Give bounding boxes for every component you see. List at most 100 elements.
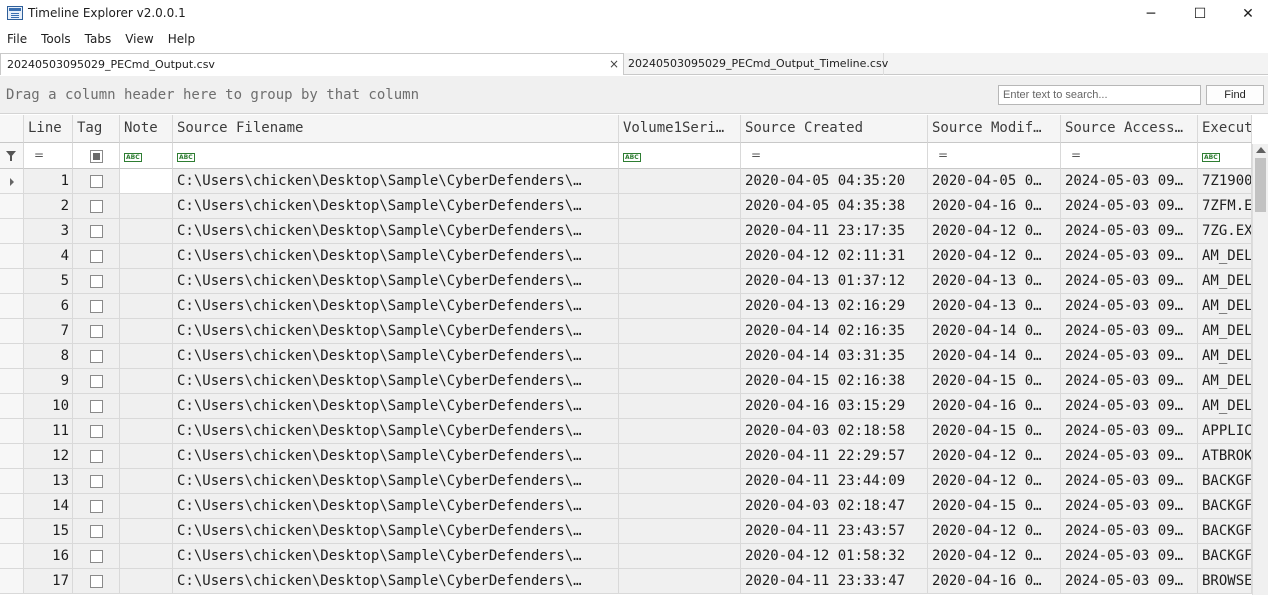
table-row[interactable]: 8 C:\Users\chicken\Desktop\Sample\CyberDe… bbox=[0, 344, 1252, 369]
cell-source-modified[interactable]: 2020-04-05 0… bbox=[928, 169, 1061, 194]
cell-source-modified[interactable]: 2020-04-15 0… bbox=[928, 494, 1061, 519]
tag-checkbox[interactable] bbox=[90, 350, 103, 363]
cell-line[interactable]: 15 bbox=[24, 519, 73, 544]
table-row[interactable]: 11 C:\Users\chicken\Desktop\Sample\CyberD… bbox=[0, 419, 1252, 444]
cell-source-accessed[interactable]: 2024-05-03 09… bbox=[1061, 369, 1198, 394]
cell-source-filename[interactable]: C:\Users\chicken\Desktop\Sample\CyberDef… bbox=[173, 369, 619, 394]
cell-volume1-serial[interactable] bbox=[619, 194, 741, 219]
row-indicator[interactable] bbox=[0, 194, 24, 219]
tag-checkbox[interactable] bbox=[90, 175, 103, 188]
filter-tag[interactable] bbox=[73, 143, 120, 169]
cell-executable[interactable]: BACKGF bbox=[1198, 494, 1252, 519]
cell-tag[interactable] bbox=[73, 344, 120, 369]
cell-note[interactable] bbox=[120, 319, 173, 344]
cell-executable[interactable]: AM_DEL bbox=[1198, 269, 1252, 294]
cell-tag[interactable] bbox=[73, 494, 120, 519]
cell-executable[interactable]: BACKGF bbox=[1198, 519, 1252, 544]
cell-executable[interactable]: APPLIC bbox=[1198, 419, 1252, 444]
cell-source-filename[interactable]: C:\Users\chicken\Desktop\Sample\CyberDef… bbox=[173, 194, 619, 219]
column-header-source-modified[interactable]: Source Modif… bbox=[928, 115, 1061, 143]
table-row[interactable]: 10 C:\Users\chicken\Desktop\Sample\CyberD… bbox=[0, 394, 1252, 419]
cell-source-filename[interactable]: C:\Users\chicken\Desktop\Sample\CyberDef… bbox=[173, 394, 619, 419]
cell-source-created[interactable]: 2020-04-05 04:35:20 bbox=[741, 169, 928, 194]
group-panel[interactable]: Drag a column header here to group by th… bbox=[0, 76, 1268, 114]
tag-checkbox[interactable] bbox=[90, 450, 103, 463]
cell-source-created[interactable]: 2020-04-03 02:18:58 bbox=[741, 419, 928, 444]
table-row[interactable]: 5 C:\Users\chicken\Desktop\Sample\CyberDe… bbox=[0, 269, 1252, 294]
tag-checkbox[interactable] bbox=[90, 325, 103, 338]
cell-source-modified[interactable]: 2020-04-12 0… bbox=[928, 219, 1061, 244]
row-indicator[interactable] bbox=[0, 494, 24, 519]
cell-line[interactable]: 9 bbox=[24, 369, 73, 394]
cell-source-accessed[interactable]: 2024-05-03 09… bbox=[1061, 244, 1198, 269]
cell-line[interactable]: 13 bbox=[24, 469, 73, 494]
tag-checkbox[interactable] bbox=[90, 400, 103, 413]
cell-volume1-serial[interactable] bbox=[619, 544, 741, 569]
vertical-scrollbar[interactable] bbox=[1252, 144, 1268, 595]
close-button[interactable]: ✕ bbox=[1225, 0, 1268, 27]
cell-source-created[interactable]: 2020-04-15 02:16:38 bbox=[741, 369, 928, 394]
table-row[interactable]: 15 C:\Users\chicken\Desktop\Sample\CyberD… bbox=[0, 519, 1252, 544]
cell-volume1-serial[interactable] bbox=[619, 344, 741, 369]
cell-note[interactable] bbox=[120, 294, 173, 319]
scroll-thumb[interactable] bbox=[1255, 158, 1266, 212]
cell-executable[interactable]: AM_DEL bbox=[1198, 244, 1252, 269]
find-button[interactable]: Find bbox=[1206, 85, 1264, 105]
cell-source-created[interactable]: 2020-04-14 03:31:35 bbox=[741, 344, 928, 369]
cell-executable[interactable]: BACKGF bbox=[1198, 544, 1252, 569]
cell-volume1-serial[interactable] bbox=[619, 269, 741, 294]
tag-checkbox[interactable] bbox=[90, 250, 103, 263]
cell-tag[interactable] bbox=[73, 469, 120, 494]
table-row[interactable]: 4 C:\Users\chicken\Desktop\Sample\CyberDe… bbox=[0, 244, 1252, 269]
cell-source-filename[interactable]: C:\Users\chicken\Desktop\Sample\CyberDef… bbox=[173, 544, 619, 569]
cell-executable[interactable]: 7Z1900 bbox=[1198, 169, 1252, 194]
cell-tag[interactable] bbox=[73, 544, 120, 569]
table-row[interactable]: 12 C:\Users\chicken\Desktop\Sample\CyberD… bbox=[0, 444, 1252, 469]
tag-checkbox[interactable] bbox=[90, 225, 103, 238]
table-row[interactable]: 3 C:\Users\chicken\Desktop\Sample\CyberDe… bbox=[0, 219, 1252, 244]
cell-note[interactable] bbox=[120, 419, 173, 444]
cell-source-created[interactable]: 2020-04-11 23:33:47 bbox=[741, 569, 928, 594]
cell-executable[interactable]: AM_DEL bbox=[1198, 344, 1252, 369]
row-indicator[interactable] bbox=[0, 219, 24, 244]
cell-tag[interactable] bbox=[73, 294, 120, 319]
cell-tag[interactable] bbox=[73, 244, 120, 269]
column-header-line[interactable]: Line bbox=[24, 115, 73, 143]
cell-source-accessed[interactable]: 2024-05-03 09… bbox=[1061, 569, 1198, 594]
cell-source-filename[interactable]: C:\Users\chicken\Desktop\Sample\CyberDef… bbox=[173, 244, 619, 269]
cell-executable[interactable]: 7ZFM.E bbox=[1198, 194, 1252, 219]
cell-tag[interactable] bbox=[73, 444, 120, 469]
row-indicator[interactable] bbox=[0, 269, 24, 294]
cell-note[interactable] bbox=[120, 194, 173, 219]
cell-line[interactable]: 11 bbox=[24, 419, 73, 444]
cell-executable[interactable]: AM_DEL bbox=[1198, 319, 1252, 344]
cell-tag[interactable] bbox=[73, 419, 120, 444]
column-header-source-filename[interactable]: Source Filename bbox=[173, 115, 619, 143]
cell-executable[interactable]: BACKGF bbox=[1198, 469, 1252, 494]
cell-source-created[interactable]: 2020-04-11 22:29:57 bbox=[741, 444, 928, 469]
cell-source-modified[interactable]: 2020-04-13 0… bbox=[928, 294, 1061, 319]
cell-note[interactable] bbox=[120, 519, 173, 544]
cell-line[interactable]: 8 bbox=[24, 344, 73, 369]
cell-note[interactable] bbox=[120, 394, 173, 419]
cell-source-created[interactable]: 2020-04-11 23:44:09 bbox=[741, 469, 928, 494]
row-indicator[interactable] bbox=[0, 319, 24, 344]
cell-source-modified[interactable]: 2020-04-14 0… bbox=[928, 319, 1061, 344]
cell-line[interactable]: 1 bbox=[24, 169, 73, 194]
tab-close-icon[interactable]: × bbox=[609, 54, 619, 75]
cell-line[interactable]: 14 bbox=[24, 494, 73, 519]
cell-source-accessed[interactable]: 2024-05-03 09… bbox=[1061, 219, 1198, 244]
cell-source-created[interactable]: 2020-04-05 04:35:38 bbox=[741, 194, 928, 219]
cell-source-created[interactable]: 2020-04-14 02:16:35 bbox=[741, 319, 928, 344]
table-row[interactable]: 13 C:\Users\chicken\Desktop\Sample\CyberD… bbox=[0, 469, 1252, 494]
cell-tag[interactable] bbox=[73, 394, 120, 419]
cell-volume1-serial[interactable] bbox=[619, 219, 741, 244]
cell-note[interactable] bbox=[120, 369, 173, 394]
filter-note[interactable]: ABC bbox=[120, 143, 173, 169]
cell-source-filename[interactable]: C:\Users\chicken\Desktop\Sample\CyberDef… bbox=[173, 419, 619, 444]
table-row[interactable]: 2 C:\Users\chicken\Desktop\Sample\CyberDe… bbox=[0, 194, 1252, 219]
tag-checkbox[interactable] bbox=[90, 500, 103, 513]
cell-tag[interactable] bbox=[73, 169, 120, 194]
menu-file[interactable]: File bbox=[0, 28, 34, 51]
cell-source-accessed[interactable]: 2024-05-03 09… bbox=[1061, 394, 1198, 419]
